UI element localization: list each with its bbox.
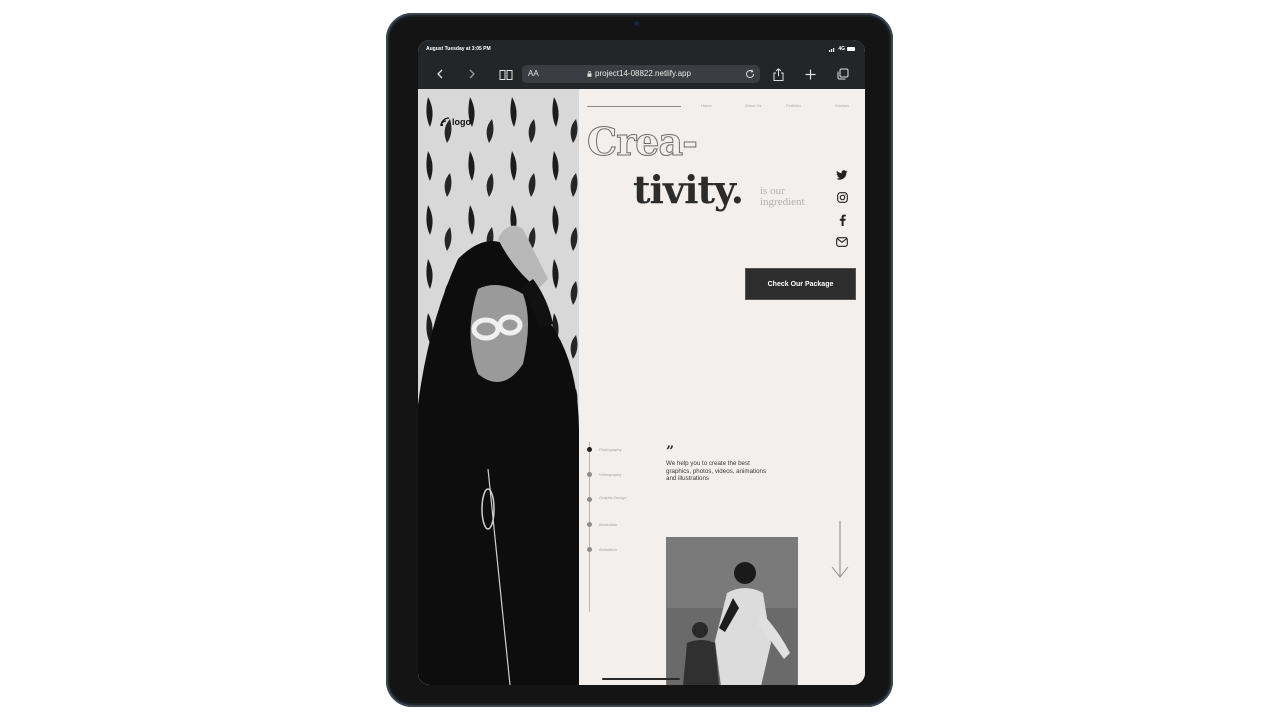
featured-photo-image bbox=[667, 538, 797, 685]
service-videography[interactable]: Videography bbox=[599, 472, 639, 478]
service-illustration[interactable]: Illustration bbox=[599, 522, 639, 528]
service-dot[interactable] bbox=[587, 522, 592, 527]
bookmarks-button[interactable] bbox=[497, 66, 515, 82]
wifi-logo-icon bbox=[440, 117, 450, 127]
services-timeline-line bbox=[589, 442, 590, 612]
browser-toolbar: AA project14-08822.netlify.app bbox=[418, 60, 865, 89]
check-package-button[interactable]: Check Our Package bbox=[745, 268, 856, 300]
service-dot-active[interactable] bbox=[587, 447, 592, 452]
quote-text: We help you to create the best graphics,… bbox=[666, 460, 767, 483]
chevron-right-icon bbox=[469, 69, 475, 79]
reload-button[interactable] bbox=[744, 67, 756, 85]
share-icon bbox=[773, 67, 783, 81]
status-indicators: 4G bbox=[829, 46, 855, 52]
scroll-down-arrow[interactable] bbox=[830, 521, 850, 584]
tabs-button[interactable] bbox=[834, 66, 852, 82]
service-graphic-design[interactable]: Graphic Design bbox=[599, 495, 627, 501]
tabs-icon bbox=[837, 68, 849, 80]
hero-photo: logo bbox=[418, 89, 579, 685]
nav-contact[interactable]: Contact bbox=[835, 104, 849, 108]
book-icon bbox=[499, 69, 513, 80]
site-logo[interactable]: logo bbox=[440, 117, 471, 127]
main-content: Home About Us Portfolio Contact Crea- ti… bbox=[579, 89, 865, 685]
quote-mark-icon: ” bbox=[666, 444, 675, 460]
status-bar: August Tuesday at 3:05 PM 4G bbox=[418, 40, 865, 60]
chevron-left-icon bbox=[437, 69, 443, 79]
lock-icon bbox=[587, 70, 592, 77]
hero-tagline: is our ingredient bbox=[760, 185, 805, 208]
twitter-link[interactable] bbox=[835, 168, 849, 182]
address-bar[interactable]: AA project14-08822.netlify.app bbox=[522, 65, 760, 83]
nav-divider bbox=[587, 106, 681, 107]
facebook-link[interactable] bbox=[835, 213, 849, 227]
url-text: project14-08822.netlify.app bbox=[595, 69, 691, 78]
service-dot[interactable] bbox=[587, 497, 592, 502]
arrow-down-icon bbox=[831, 521, 849, 578]
facebook-icon bbox=[839, 214, 846, 226]
url-text-wrap: project14-08822.netlify.app bbox=[587, 69, 691, 78]
tablet-screen: August Tuesday at 3:05 PM 4G AA project1… bbox=[418, 40, 865, 685]
home-indicator[interactable] bbox=[602, 678, 680, 680]
reload-icon bbox=[746, 69, 755, 79]
new-tab-button[interactable] bbox=[801, 66, 819, 82]
featured-photo bbox=[666, 537, 798, 685]
hero-title-part2: tivity. bbox=[633, 167, 744, 212]
service-animation[interactable]: Animation bbox=[599, 547, 639, 553]
reader-mode-button[interactable]: AA bbox=[528, 69, 539, 78]
mail-icon bbox=[836, 237, 848, 247]
hero-title-part1: Crea- bbox=[587, 119, 699, 165]
forward-button[interactable] bbox=[463, 66, 481, 82]
nav-about[interactable]: About Us bbox=[745, 104, 763, 108]
front-camera bbox=[634, 21, 639, 26]
nav-portfolio[interactable]: Portfolio bbox=[786, 104, 801, 108]
instagram-link[interactable] bbox=[835, 190, 849, 204]
nav-home[interactable]: Home bbox=[701, 104, 712, 108]
hero-photo-image bbox=[418, 89, 579, 685]
back-button[interactable] bbox=[431, 66, 449, 82]
status-time: August Tuesday at 3:05 PM bbox=[426, 46, 491, 52]
plus-icon bbox=[805, 69, 815, 79]
battery-icon bbox=[847, 47, 855, 51]
twitter-icon bbox=[836, 170, 848, 180]
mail-link[interactable] bbox=[835, 235, 849, 249]
service-dot[interactable] bbox=[587, 547, 592, 552]
instagram-icon bbox=[836, 191, 848, 203]
network-label: 4G bbox=[838, 46, 845, 52]
logo-text: logo bbox=[452, 117, 471, 127]
signal-icon bbox=[829, 47, 835, 52]
share-button[interactable] bbox=[769, 66, 787, 82]
service-dot[interactable] bbox=[587, 472, 592, 477]
service-photography[interactable]: Photography bbox=[599, 447, 639, 453]
